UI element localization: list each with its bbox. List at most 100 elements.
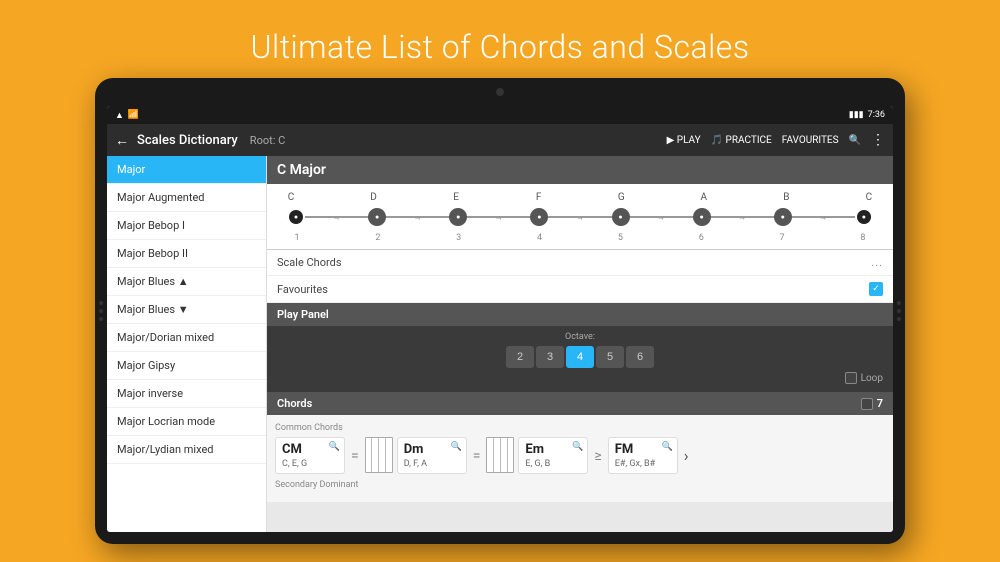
sidebar-item-major-dorian[interactable]: Major/Dorian mixed [107, 324, 266, 352]
octave-label: Octave: [277, 332, 883, 342]
chord-notes-dm: D, F, A [404, 459, 460, 469]
status-left-icons: ▲ 📶 [115, 110, 139, 121]
chords-body: Common Chords CM C, E, G 🔍 = [267, 415, 893, 502]
favourites-row[interactable]: Favourites [267, 276, 893, 303]
note-dot-7[interactable]: ● [774, 208, 792, 226]
favourites-button[interactable]: FAVOURITES [782, 135, 839, 146]
note-dot-2[interactable]: ● [368, 208, 386, 226]
battery-icon: ▮▮▮ [849, 110, 864, 120]
sidebar-item-major-bebop-i[interactable]: Major Bebop I [107, 212, 266, 240]
root-label: Root: C [250, 134, 285, 147]
sidebar-item-major-lydian[interactable]: Major/Lydian mixed [107, 436, 266, 464]
scale-line: ● → ● → ● → ● → ● → ● → ● → ● [277, 203, 883, 231]
chord-sep-1: = [349, 437, 361, 474]
sidebar-item-major-blues-down[interactable]: Major Blues ▼ [107, 296, 266, 324]
note-num-2: 2 [368, 233, 388, 243]
camera-dot [496, 88, 504, 96]
piano-keys-1 [365, 437, 393, 473]
chord-card-cm[interactable]: CM C, E, G 🔍 [275, 437, 345, 474]
piano-key-5 [487, 438, 494, 472]
scale-chords-label: Scale Chords [277, 256, 342, 269]
more-icon[interactable]: ⋮ [871, 132, 885, 148]
sidebar-item-major-bebop-ii[interactable]: Major Bebop II [107, 240, 266, 268]
note-num-3: 3 [449, 233, 469, 243]
loop-checkbox[interactable] [845, 372, 857, 384]
note-dot-5[interactable]: ● [612, 208, 630, 226]
piano-key-8 [508, 438, 514, 472]
note-dot-4[interactable]: ● [530, 208, 548, 226]
chord-notes-cm: C, E, G [282, 459, 338, 469]
chords-checkbox[interactable] [861, 398, 873, 410]
note-label-e: E [446, 192, 466, 203]
chords-row: CM C, E, G 🔍 = [275, 437, 885, 474]
sidebar-item-major-locrian[interactable]: Major Locrian mode [107, 408, 266, 436]
app-bar-actions: ▶ PLAY 🎵 PRACTICE FAVOURITES 🔍 ⋮ [667, 132, 885, 148]
piano-keys-2 [486, 437, 514, 473]
note-num-4: 4 [530, 233, 550, 243]
note-dot-8[interactable]: ● [855, 208, 873, 226]
scale-note-labels: C D E F G A B C [277, 192, 883, 203]
chords-header: Chords 7 [267, 392, 893, 415]
play-button[interactable]: ▶ PLAY [667, 135, 701, 146]
chord-sep-3: ≥ [592, 437, 603, 474]
common-chords-label: Common Chords [275, 423, 885, 433]
piano-key-1 [366, 438, 373, 472]
scale-chords-dots: ... [871, 256, 883, 269]
tablet-frame: ▲ 📶 ▮▮▮ 7:36 ← Scales Dictionary Root: C… [95, 78, 905, 544]
sidebar-item-major-blues-up[interactable]: Major Blues ▲ [107, 268, 266, 296]
note-num-6: 6 [691, 233, 711, 243]
scale-list: Major Major Augmented Major Bebop I Majo… [107, 156, 267, 532]
scale-actions: Scale Chords ... Favourites [267, 250, 893, 303]
search-icon[interactable]: 🔍 [849, 135, 861, 146]
signal-icon: ▲ [115, 110, 124, 121]
chord-sep-2: = [471, 437, 483, 474]
octave-btn-4[interactable]: 4 [566, 346, 594, 368]
octave-btn-6[interactable]: 6 [626, 346, 654, 368]
checkbox-checked-icon [869, 282, 883, 296]
sidebar-item-major-inverse[interactable]: Major inverse [107, 380, 266, 408]
note-dot-6[interactable]: ● [693, 208, 711, 226]
note-dot-3[interactable]: ● [449, 208, 467, 226]
octave-buttons: 2 3 4 5 6 [277, 346, 883, 368]
sidebar-item-major-gipsy[interactable]: Major Gipsy [107, 352, 266, 380]
page-header-title: Ultimate List of Chords and Scales [0, 28, 1000, 66]
note-num-8: 8 [853, 233, 873, 243]
chord-notes-fm: E#, Gx, B# [615, 459, 671, 469]
chord-search-icon-em[interactable]: 🔍 [572, 442, 583, 452]
octave-btn-2[interactable]: 2 [506, 346, 534, 368]
note-dot-1[interactable]: ● [287, 208, 305, 226]
app-title: Scales Dictionary [137, 133, 238, 148]
scale-title: C Major [267, 156, 893, 184]
main-content: Major Major Augmented Major Bebop I Majo… [107, 156, 893, 532]
time-display: 7:36 [868, 110, 885, 120]
screen: ▲ 📶 ▮▮▮ 7:36 ← Scales Dictionary Root: C… [107, 106, 893, 532]
note-label-g: G [611, 192, 631, 203]
chords-title: Chords [277, 397, 312, 410]
octave-btn-3[interactable]: 3 [536, 346, 564, 368]
practice-button[interactable]: 🎵 PRACTICE [711, 135, 772, 146]
piano-key-4 [386, 438, 392, 472]
note-label-c: C [281, 192, 301, 203]
note-num-7: 7 [772, 233, 792, 243]
status-bar: ▲ 📶 ▮▮▮ 7:36 [107, 106, 893, 124]
chord-search-icon-fm[interactable]: 🔍 [661, 442, 672, 452]
piano-key-2 [372, 438, 379, 472]
note-label-d: D [364, 192, 384, 203]
octave-btn-5[interactable]: 5 [596, 346, 624, 368]
back-button[interactable]: ← [115, 132, 129, 149]
favourites-checkbox[interactable] [869, 282, 883, 296]
scale-chords-row[interactable]: Scale Chords ... [267, 250, 893, 276]
status-right: ▮▮▮ 7:36 [849, 110, 885, 120]
chord-search-icon-cm[interactable]: 🔍 [329, 442, 340, 452]
note-numbers: 1 2 3 4 5 6 7 8 [277, 231, 883, 243]
sidebar-item-major-augmented[interactable]: Major Augmented [107, 184, 266, 212]
chords-count-label: 7 [877, 397, 883, 410]
wifi-icon: 📶 [128, 110, 139, 120]
secondary-dominant-label: Secondary Dominant [275, 480, 885, 490]
piano-arrow-right: › [682, 437, 691, 474]
chord-card-fm[interactable]: FM E#, Gx, B# 🔍 [608, 437, 678, 474]
chord-card-dm[interactable]: Dm D, F, A 🔍 [397, 437, 467, 474]
sidebar-item-major[interactable]: Major [107, 156, 266, 184]
chord-search-icon-dm[interactable]: 🔍 [450, 442, 461, 452]
chord-card-em[interactable]: Em E, G, B 🔍 [518, 437, 588, 474]
